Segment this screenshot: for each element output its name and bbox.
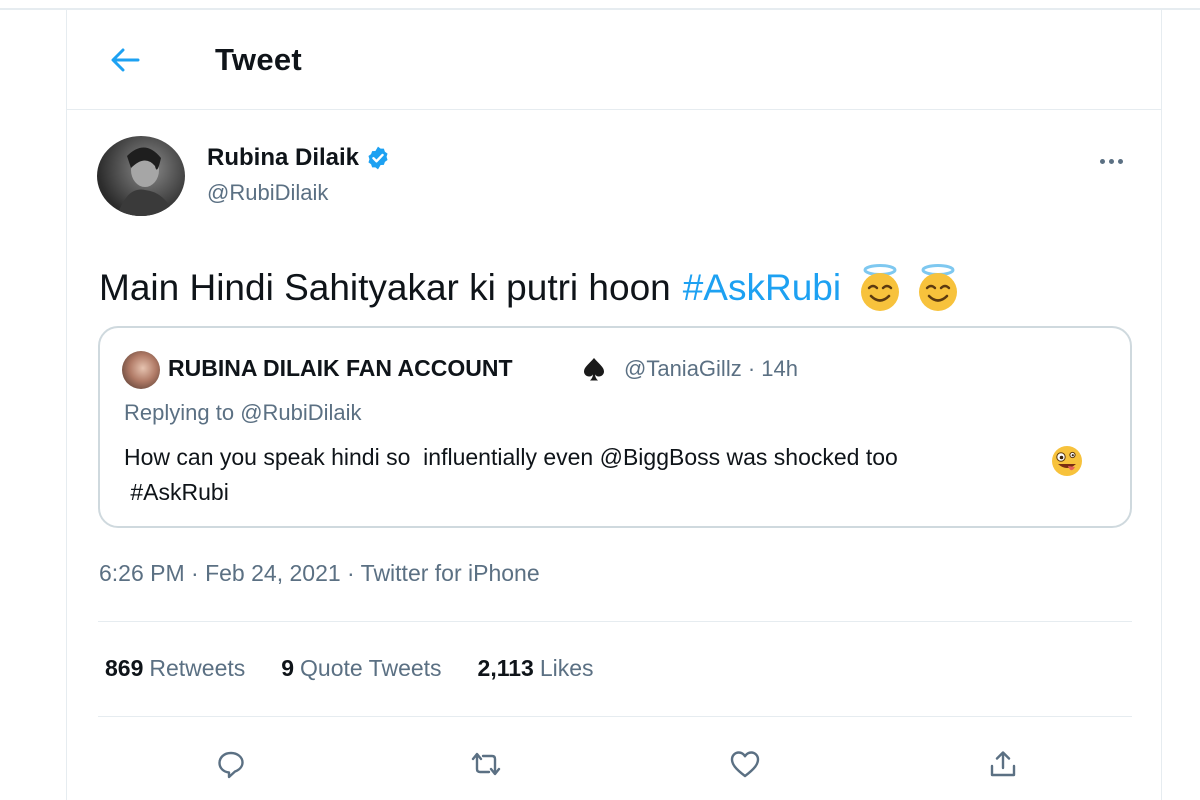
quoted-tweet[interactable]: RUBINA DILAIK FAN ACCOUNT @TaniaGillz · … bbox=[98, 326, 1132, 528]
avatar[interactable] bbox=[97, 136, 185, 216]
share-icon[interactable] bbox=[981, 742, 1025, 786]
quoted-text: How can you speak hindi so influentially… bbox=[124, 444, 898, 505]
replying-mention[interactable]: @RubiDilaik bbox=[240, 400, 361, 425]
author-name-text: Rubina Dilaik bbox=[207, 144, 360, 171]
hashtag-link[interactable]: #AskRubi bbox=[683, 258, 841, 318]
action-bar bbox=[67, 734, 1161, 794]
retweets-label: Retweets bbox=[149, 655, 246, 681]
tweet-column: Tweet Rubina Dilaik @RubiDilaik Main Hin… bbox=[66, 10, 1162, 800]
tweet-body: Main Hindi Sahityakar ki putri hoon bbox=[99, 267, 671, 308]
spade-icon bbox=[580, 355, 608, 383]
page-header: Tweet bbox=[67, 10, 1161, 110]
quotes-label: Quote Tweets bbox=[300, 655, 442, 681]
quote-tweets-stat[interactable]: 9 Quote Tweets bbox=[281, 655, 441, 682]
author-handle[interactable]: @RubiDilaik bbox=[207, 180, 328, 206]
likes-stat[interactable]: 2,113 Likes bbox=[478, 655, 594, 682]
back-arrow-icon[interactable] bbox=[105, 40, 145, 80]
reply-icon[interactable] bbox=[209, 742, 253, 786]
smiling-face-with-halo-icon bbox=[913, 263, 963, 313]
replying-prefix: Replying to bbox=[124, 400, 241, 425]
divider bbox=[98, 621, 1132, 622]
quoted-author-name: RUBINA DILAIK FAN ACCOUNT bbox=[168, 355, 513, 381]
page-title: Tweet bbox=[215, 42, 303, 77]
more-options-icon[interactable] bbox=[1091, 146, 1131, 176]
retweets-stat[interactable]: 869 Retweets bbox=[105, 655, 245, 682]
tweet-timestamp[interactable]: 6:26 PM · Feb 24, 2021 · bbox=[99, 560, 361, 586]
smiling-face-with-halo-icon bbox=[855, 263, 905, 313]
tweet-stats: 869 Retweets 9 Quote Tweets 2,113 Likes bbox=[105, 655, 594, 682]
quoted-avatar bbox=[122, 351, 160, 389]
tweet-text: Main Hindi Sahityakar ki putri hoon #Ask… bbox=[99, 258, 963, 318]
zany-face-icon bbox=[1050, 444, 1084, 478]
likes-count: 2,113 bbox=[477, 655, 534, 681]
author-name[interactable]: Rubina Dilaik bbox=[207, 144, 391, 172]
divider bbox=[98, 716, 1132, 717]
retweet-icon[interactable] bbox=[464, 742, 508, 786]
tweet-meta: 6:26 PM · Feb 24, 2021 · Twitter for iPh… bbox=[99, 560, 540, 587]
tweet-source[interactable]: Twitter for iPhone bbox=[361, 560, 540, 586]
quotes-count: 9 bbox=[281, 655, 295, 681]
replying-to: Replying to @RubiDilaik bbox=[124, 400, 362, 426]
like-heart-icon[interactable] bbox=[723, 742, 767, 786]
retweets-count: 869 bbox=[105, 655, 144, 681]
verified-badge-icon bbox=[365, 145, 391, 171]
likes-label: Likes bbox=[539, 655, 594, 681]
quoted-handle-time: @TaniaGillz · 14h bbox=[624, 356, 798, 381]
